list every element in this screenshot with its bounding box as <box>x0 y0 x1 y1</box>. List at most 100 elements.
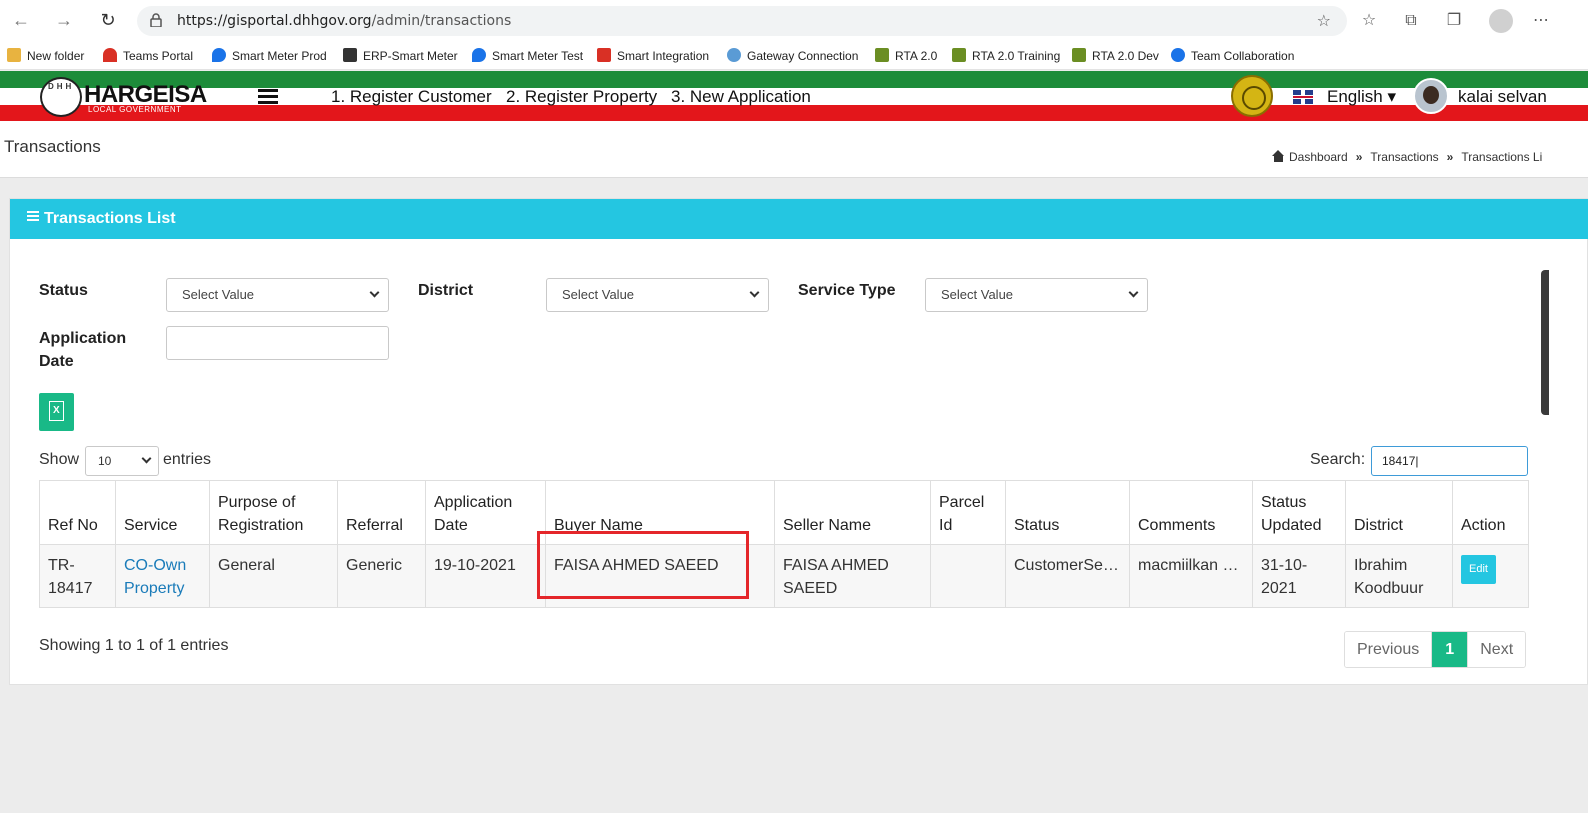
cell-service-link[interactable]: CO-Own Property <box>115 544 210 608</box>
chevron-down-icon <box>1128 287 1139 298</box>
search-label: Search: <box>1310 451 1366 468</box>
col-buyer-name[interactable]: Buyer Name <box>545 480 775 545</box>
cell-ref-no: TR-18417 <box>39 544 116 608</box>
side-panel-handle[interactable] <box>1541 270 1549 415</box>
emblem-icon <box>1072 48 1086 62</box>
profile-icon[interactable] <box>1489 9 1513 33</box>
menu-icon[interactable] <box>258 89 278 105</box>
search-input[interactable]: 18417| <box>1371 446 1528 476</box>
back-icon[interactable]: ← <box>10 9 32 31</box>
forward-icon[interactable]: → <box>53 9 75 31</box>
table-header-row: Ref No Service Purpose of Registration R… <box>39 480 1529 545</box>
col-parcel-id[interactable]: Parcel Id <box>930 480 1006 545</box>
government-seal-icon <box>1231 75 1273 117</box>
table-info: Showing 1 to 1 of 1 entries <box>39 637 229 654</box>
breadcrumb: Dashboard» Transactions» Transactions Li <box>1272 150 1542 164</box>
bookmark-new-folder[interactable]: New folder <box>7 46 84 66</box>
col-status-updated[interactable]: Status Updated <box>1252 480 1346 545</box>
cell-district: Ibrahim Koodbuur <box>1345 544 1453 608</box>
col-referral[interactable]: Referral <box>337 480 426 545</box>
cell-referral: Generic <box>337 544 426 608</box>
service-type-select[interactable]: Select Value <box>925 278 1148 312</box>
nav-new-application[interactable]: 3. New Application <box>671 87 811 107</box>
bookmark-rta-2-dev[interactable]: RTA 2.0 Dev <box>1072 46 1159 66</box>
table-row: TR-18417 CO-Own Property General Generic… <box>39 544 1529 608</box>
chevron-down-icon <box>141 453 152 464</box>
breadcrumb-transactions[interactable]: Transactions <box>1370 150 1438 164</box>
bookmark-smart-integration[interactable]: Smart Integration <box>597 46 709 66</box>
favorites-icon[interactable]: ☆ <box>1358 10 1380 32</box>
cell-application-date: 19-10-2021 <box>425 544 546 608</box>
favorite-star-icon[interactable]: ☆ <box>1317 11 1331 31</box>
bookmark-team-collaboration[interactable]: Team Collaboration <box>1171 46 1294 66</box>
list-icon <box>27 211 39 223</box>
globe-icon <box>727 48 741 62</box>
bookmark-gateway-connection[interactable]: Gateway Connection <box>727 46 858 66</box>
next-page-button[interactable]: Next <box>1467 632 1526 667</box>
language-dropdown[interactable]: English ▾ <box>1327 87 1396 107</box>
page-header: Transactions Dashboard» Transactions» Tran… <box>0 123 1588 178</box>
status-select[interactable]: Select Value <box>166 278 389 312</box>
cell-status-updated: 31-10-2021 <box>1252 544 1346 608</box>
bookmark-smart-meter-test[interactable]: Smart Meter Test <box>472 46 583 66</box>
cell-purpose: General <box>209 544 338 608</box>
browser-toolbar: ← → ↻ https://gisportal.dhhgov.org/admin… <box>0 0 1588 42</box>
col-ref-no[interactable]: Ref No <box>39 480 116 545</box>
card-header: Transactions List <box>10 199 1588 239</box>
tab-actions-icon[interactable]: ❐ <box>1443 10 1465 32</box>
erp-icon <box>343 48 357 62</box>
breadcrumb-transactions-list: Transactions Li <box>1461 150 1543 164</box>
excel-icon: X <box>49 401 64 421</box>
transactions-card: Transactions List Status Select Value Di… <box>9 198 1588 685</box>
reload-icon[interactable]: ↻ <box>97 9 119 31</box>
col-application-date[interactable]: Application Date <box>425 480 546 545</box>
pagination: Previous 1 Next <box>1344 631 1527 668</box>
previous-page-button[interactable]: Previous <box>1345 632 1433 667</box>
page-1-button[interactable]: 1 <box>1432 632 1468 667</box>
user-name[interactable]: kalai selvan <box>1458 87 1547 107</box>
emblem-icon <box>952 48 966 62</box>
show-label: Show <box>39 451 80 468</box>
cell-action: Edit <box>1452 544 1529 608</box>
bookmarks-bar: New folder Teams Portal Smart Meter Prod… <box>0 42 1588 70</box>
district-select[interactable]: Select Value <box>546 278 769 312</box>
application-date-input[interactable] <box>166 326 389 360</box>
bookmark-rta-2-training[interactable]: RTA 2.0 Training <box>952 46 1060 66</box>
user-avatar[interactable] <box>1413 78 1449 114</box>
chevron-down-icon <box>369 287 380 298</box>
col-status[interactable]: Status <box>1005 480 1130 545</box>
address-bar[interactable]: https://gisportal.dhhgov.org/admin/trans… <box>137 6 1347 36</box>
nav-register-property[interactable]: 2. Register Property <box>506 87 657 107</box>
drop-icon <box>212 48 226 62</box>
more-icon[interactable]: ⋯ <box>1530 10 1552 32</box>
collections-icon[interactable]: ⧉ <box>1400 10 1422 32</box>
nav-register-customer[interactable]: 1. Register Customer <box>331 87 492 107</box>
export-excel-button[interactable]: X <box>39 393 74 431</box>
logo-subtitle: LOCAL GOVERNMENT <box>88 105 182 114</box>
drop-icon <box>472 48 486 62</box>
edit-button[interactable]: Edit <box>1461 555 1496 584</box>
col-purpose[interactable]: Purpose of Registration <box>209 480 338 545</box>
lock-icon <box>150 13 162 27</box>
service-type-filter-label: Service Type <box>798 282 896 299</box>
bookmark-erp-smart-meter[interactable]: ERP-Smart Meter <box>343 46 458 66</box>
uk-flag-icon <box>1293 90 1313 104</box>
page-title: Transactions <box>4 137 101 156</box>
status-filter-label: Status <box>39 282 88 299</box>
col-service[interactable]: Service <box>115 480 210 545</box>
page-length-select[interactable]: 10 <box>85 446 159 476</box>
home-icon <box>1272 150 1285 162</box>
col-seller-name[interactable]: Seller Name <box>774 480 931 545</box>
application-date-label: Application Date <box>39 330 127 370</box>
col-district[interactable]: District <box>1345 480 1453 545</box>
bookmark-rta-2[interactable]: RTA 2.0 <box>875 46 937 66</box>
bookmark-smart-meter-prod[interactable]: Smart Meter Prod <box>212 46 327 66</box>
breadcrumb-dashboard[interactable]: Dashboard <box>1289 150 1348 164</box>
header-stripe-green <box>0 71 1588 88</box>
app-header: DHH HARGEISA LOCAL GOVERNMENT 1. Registe… <box>0 71 1588 123</box>
cell-seller-name: FAISA AHMED SAEED <box>774 544 931 608</box>
bookmark-teams-portal[interactable]: Teams Portal <box>103 46 193 66</box>
col-comments[interactable]: Comments <box>1129 480 1253 545</box>
chevron-down-icon <box>749 287 760 298</box>
logo-emblem[interactable]: DHH <box>40 77 82 117</box>
